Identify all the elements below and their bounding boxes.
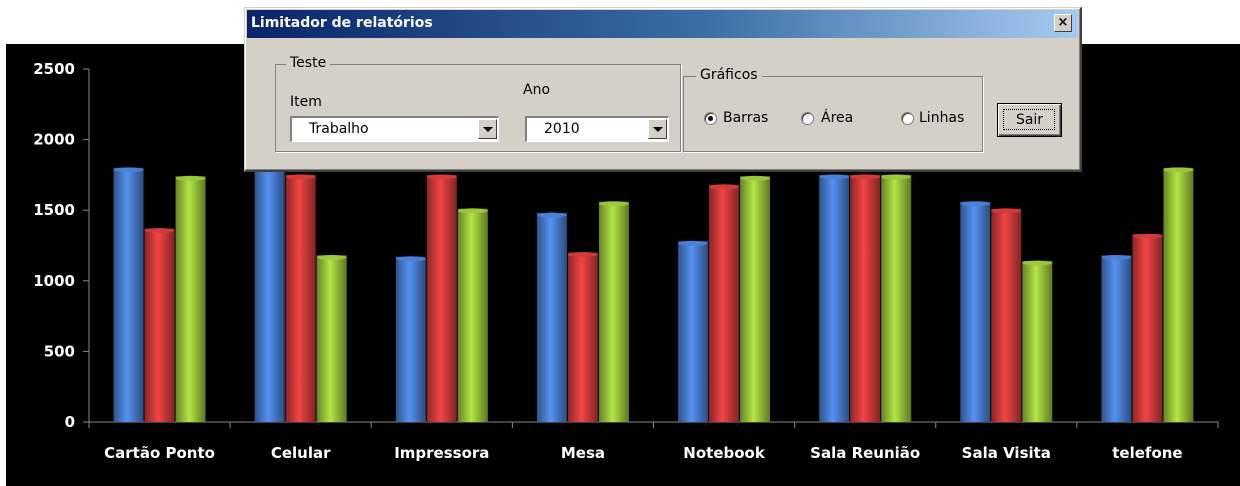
radio-area[interactable] [801, 112, 814, 125]
bar-top [678, 240, 709, 246]
bar-top [426, 174, 457, 180]
bar-top [598, 201, 629, 207]
bar [991, 208, 1022, 422]
x-category-label: Cartão Ponto [104, 444, 215, 462]
bar [709, 184, 740, 422]
chevron-down-icon [483, 127, 493, 132]
year-select[interactable]: 2010 [525, 116, 669, 142]
item-label: Item [290, 94, 322, 110]
bar [113, 167, 144, 422]
radio-area-label[interactable]: Área [821, 110, 853, 126]
bar-top [709, 184, 740, 190]
bar-top [316, 254, 347, 260]
bar [426, 174, 457, 422]
bar-top [991, 208, 1022, 214]
bar [881, 174, 912, 422]
x-category-label: Mesa [561, 444, 605, 462]
bar [395, 256, 426, 422]
close-button[interactable]: × [1054, 14, 1072, 32]
item-dropdown-button[interactable] [478, 119, 497, 139]
radio-selected-dot [708, 116, 713, 121]
radio-linhas-label[interactable]: Linhas [919, 110, 964, 126]
bar [316, 255, 347, 422]
bar [536, 213, 567, 422]
report-limiter-dialog: Limitador de relatórios × Teste Item Tra… [244, 7, 1082, 172]
bar-top [1101, 254, 1132, 260]
y-tick-label: 0 [65, 413, 75, 431]
bar [678, 241, 709, 422]
dialog-title: Limitador de relatórios [251, 15, 433, 31]
x-category-label: Sala Visita [962, 444, 1051, 462]
x-category-label: Impressora [394, 444, 489, 462]
year-select-value: 2010 [544, 121, 580, 137]
bar [850, 174, 881, 422]
bar [285, 174, 316, 422]
bar [740, 176, 771, 422]
close-icon: × [1057, 15, 1069, 30]
bar-top [144, 228, 175, 234]
charts-group-label: Gráficos [696, 67, 762, 83]
x-category-label: Sala Reunião [810, 444, 920, 462]
bar [144, 228, 175, 422]
bar-top [850, 174, 881, 180]
bar-top [1022, 260, 1053, 266]
bar-top [536, 212, 567, 218]
y-tick-label: 1000 [33, 272, 75, 290]
radio-linhas[interactable] [901, 112, 914, 125]
bar-top [1163, 167, 1194, 173]
bar-top [395, 256, 426, 262]
item-select-value: Trabalho [309, 121, 369, 137]
x-category-label: telefone [1112, 444, 1182, 462]
radio-barras-label[interactable]: Barras [723, 110, 768, 126]
bar [567, 252, 598, 422]
exit-button-label: Sair [1015, 112, 1044, 128]
bar-top [819, 174, 850, 180]
exit-button[interactable]: Sair [997, 103, 1062, 137]
year-dropdown-button[interactable] [648, 119, 667, 139]
bar [254, 167, 285, 422]
year-label: Ano [523, 82, 551, 98]
bar [960, 201, 991, 422]
item-select[interactable]: Trabalho [290, 116, 499, 142]
y-tick-label: 2500 [33, 60, 75, 78]
radio-barras[interactable] [704, 112, 717, 125]
bar [819, 174, 850, 422]
y-tick-label: 1500 [33, 201, 75, 219]
bar-top [285, 174, 316, 180]
y-tick-label: 500 [44, 342, 75, 360]
bar [598, 201, 629, 422]
bar [175, 176, 206, 422]
bar [1101, 255, 1132, 422]
dialog-titlebar[interactable]: Limitador de relatórios × [247, 10, 1078, 38]
bar-top [175, 175, 206, 181]
bar [457, 208, 488, 422]
bar-top [1132, 233, 1163, 239]
bar-top [740, 175, 771, 181]
bar-top [113, 167, 144, 173]
bar-top [567, 252, 598, 258]
bar [1132, 234, 1163, 422]
bar-top [960, 201, 991, 207]
bar [1163, 167, 1194, 422]
bar-top [881, 174, 912, 180]
chevron-down-icon [653, 127, 663, 132]
y-tick-label: 2000 [33, 131, 75, 149]
x-category-label: Notebook [683, 444, 766, 462]
test-group-label: Teste [286, 55, 331, 71]
bar-top [457, 208, 488, 214]
x-category-label: Celular [271, 444, 331, 462]
bar [1022, 261, 1053, 422]
